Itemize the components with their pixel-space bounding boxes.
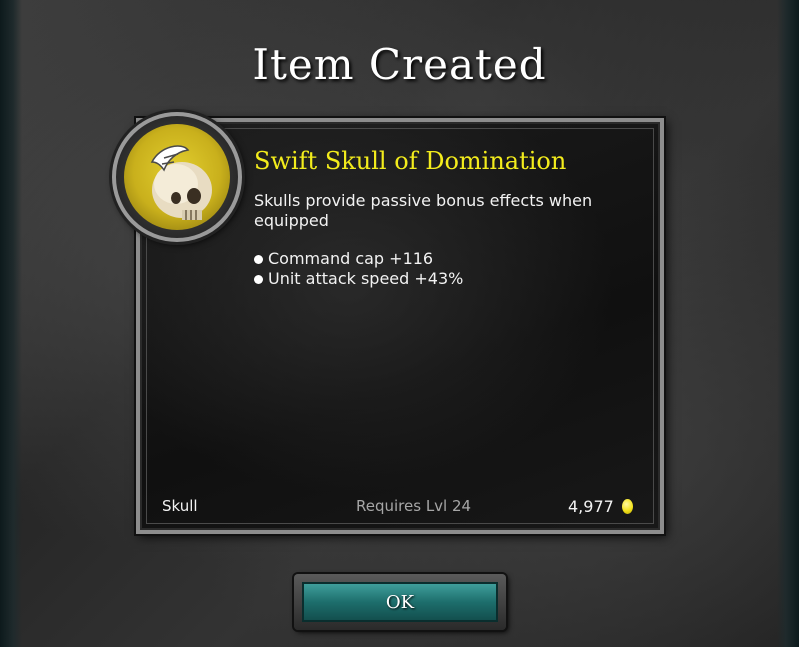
item-description: Skulls provide passive bonus effects whe… — [254, 191, 593, 230]
stat-text: Command cap +116 — [268, 249, 434, 268]
item-stats-list: Command cap +116 Unit attack speed +43% — [254, 249, 463, 289]
dialog-title: Item Created — [252, 40, 547, 89]
stat-item: Command cap +116 — [254, 249, 463, 269]
item-price: 4,977 — [568, 497, 633, 516]
skull-icon — [124, 124, 230, 230]
ok-button-frame: OK — [294, 574, 506, 630]
stat-text: Unit attack speed +43% — [268, 269, 464, 288]
bullet-icon — [254, 274, 263, 284]
left-edge-decor — [0, 0, 22, 647]
ok-button[interactable]: OK — [302, 582, 498, 622]
bullet-icon — [254, 254, 263, 264]
price-value: 4,977 — [568, 497, 614, 516]
item-level-requirement: Requires Lvl 24 — [356, 497, 472, 515]
stat-item: Unit attack speed +43% — [254, 269, 463, 289]
item-portrait — [112, 112, 242, 242]
gold-coin-icon — [621, 499, 633, 514]
item-name: Swift Skull of Domination — [254, 147, 567, 175]
item-type: Skull — [162, 497, 198, 515]
right-edge-decor — [777, 0, 799, 647]
